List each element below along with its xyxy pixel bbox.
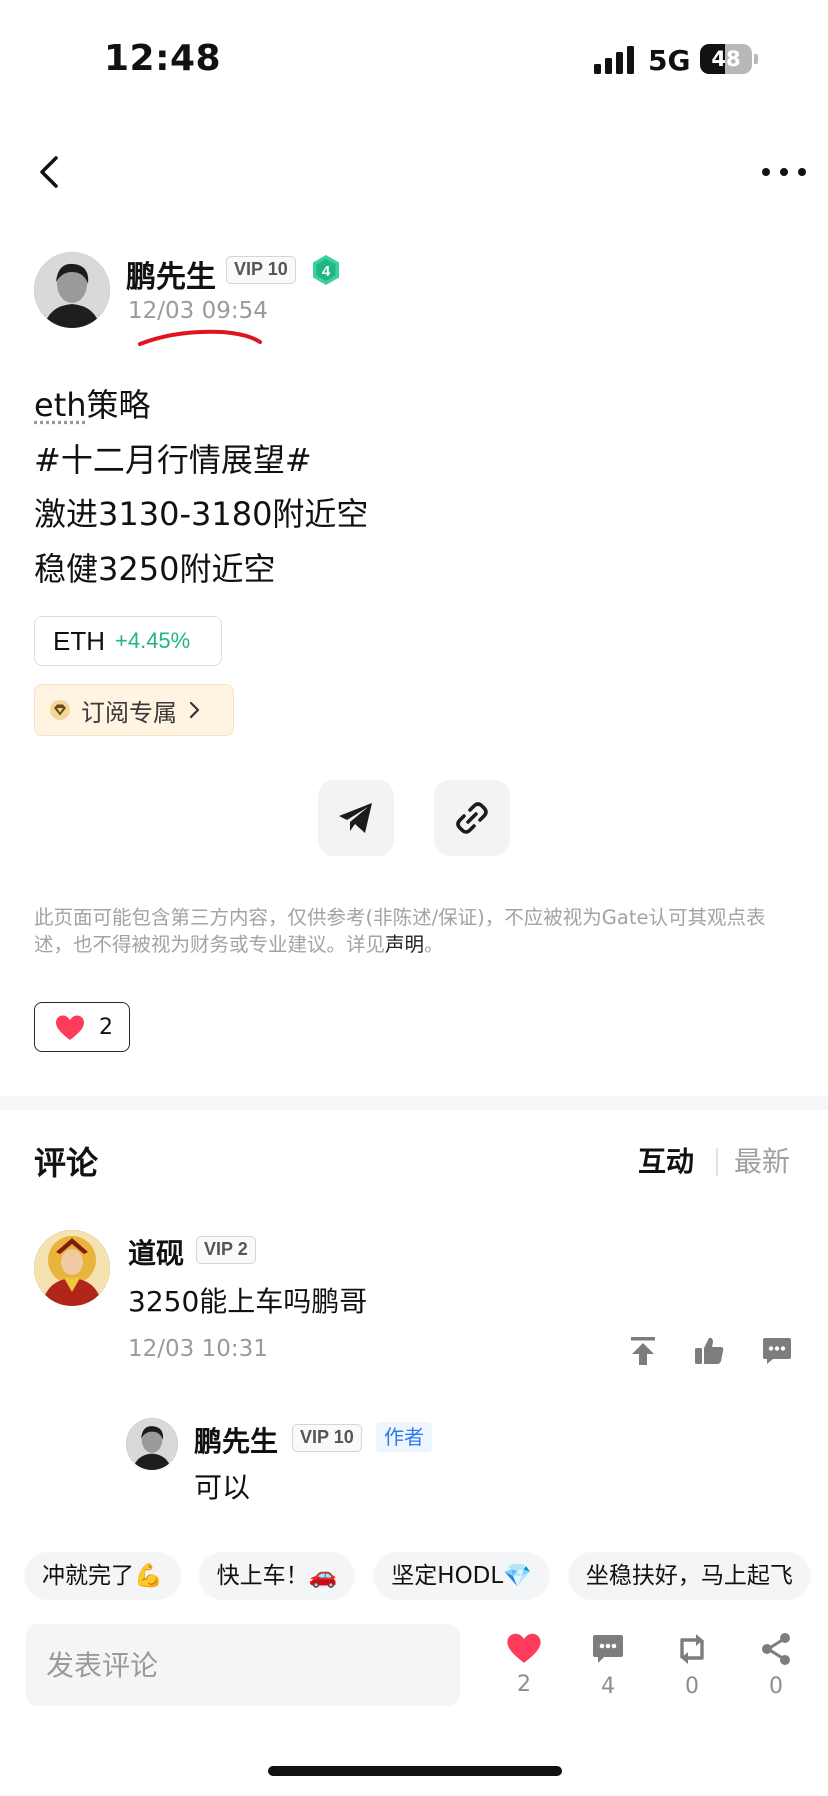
reply-text: 可以: [194, 1471, 251, 1504]
post-line-4: 稳健3250附近空: [34, 549, 276, 588]
commenter-vip-badge: VIP 2: [196, 1236, 256, 1264]
quick-reply-chip[interactable]: 冲就完了💪: [24, 1552, 181, 1600]
link-icon: [456, 802, 488, 834]
avatar-portrait: [126, 1418, 178, 1470]
home-indicator: [268, 1766, 562, 1776]
quick-reply-chip[interactable]: 快上车！🚗: [198, 1552, 356, 1600]
bottom-like-button[interactable]: 2: [494, 1632, 554, 1697]
pin-top-icon[interactable]: [626, 1334, 660, 1368]
quick-reply-row: 冲就完了💪 快上车！🚗 坚定HODL💎 坐稳扶好，马上起飞: [24, 1552, 811, 1600]
post-line-1-text: 策略: [86, 386, 151, 424]
post-content: eth策略 #十二月行情展望# 激进3130-3180附近空 稳健3250附近空: [34, 378, 368, 596]
share-icon: [762, 1633, 790, 1665]
bottom-share-button[interactable]: 0: [746, 1632, 806, 1699]
battery-level: 48: [711, 47, 741, 71]
vip-badge: VIP 10: [226, 256, 296, 284]
avatar-portrait: [34, 1230, 110, 1306]
post-like-button[interactable]: 2: [34, 1002, 130, 1052]
post-timestamp: 12/03 09:54: [128, 298, 268, 324]
reply-icon[interactable]: [760, 1334, 794, 1368]
battery-cap: [754, 54, 758, 64]
chevron-right-icon: [189, 701, 200, 719]
reply-author-name[interactable]: 鹏先生: [194, 1420, 278, 1460]
author-avatar[interactable]: [34, 252, 110, 328]
comment-input[interactable]: [26, 1624, 460, 1706]
red-annotation-underline: [138, 329, 262, 346]
author-tag: 作者: [376, 1422, 432, 1452]
bottom-repost-button[interactable]: 0: [662, 1632, 722, 1699]
subscription-label: 订阅专属: [81, 698, 177, 727]
comment-time: 12/03 10:31: [128, 1336, 268, 1362]
bottom-like-count: 2: [517, 1672, 531, 1697]
disclaimer-end: 。: [424, 933, 444, 956]
post-line-3: 激进3130-3180附近空: [34, 495, 369, 533]
status-time: 12:48: [104, 38, 222, 79]
bottom-comment-button[interactable]: 4: [578, 1632, 638, 1699]
telegram-icon: [339, 803, 372, 833]
ticker-chip[interactable]: ETH +4.45%: [34, 616, 222, 666]
battery-icon: 48: [700, 44, 752, 74]
network-label: 5G: [648, 44, 691, 77]
more-icon[interactable]: [758, 160, 810, 184]
reply-author-avatar[interactable]: [126, 1418, 178, 1470]
level-number: 4: [322, 263, 331, 280]
thumbs-up-icon[interactable]: [692, 1334, 726, 1368]
level-badge-icon: 4: [313, 255, 339, 285]
disclaimer-text: 此页面可能包含第三方内容，仅供参考(非陈述/保证)，不应被视为Gate认可其观点…: [34, 904, 800, 958]
disclaimer-link[interactable]: 声明: [385, 933, 424, 956]
post-line-1: eth策略: [34, 378, 368, 433]
commenter-name[interactable]: 道砚: [128, 1232, 184, 1272]
eth-token-link[interactable]: eth: [34, 386, 87, 424]
bottom-share-count: 0: [769, 1674, 783, 1699]
sort-separator: [716, 1148, 718, 1176]
post-line-2[interactable]: #十二月行情展望#: [34, 433, 368, 488]
section-divider: [0, 1096, 828, 1110]
avatar-portrait: [34, 252, 110, 328]
ticker-symbol: ETH: [53, 625, 105, 656]
heart-icon: [507, 1633, 541, 1663]
author-name[interactable]: 鹏先生: [126, 252, 216, 296]
quick-reply-chip[interactable]: 坐稳扶好，马上起飞: [567, 1552, 811, 1600]
comment-text: 3250能上车吗鹏哥: [128, 1285, 368, 1318]
ticker-change: +4.45%: [115, 628, 191, 653]
heart-icon: [56, 1015, 84, 1040]
subscription-chip[interactable]: 订阅专属: [34, 684, 234, 736]
sort-interaction-tab[interactable]: 互动: [638, 1140, 694, 1180]
reply-vip-badge: VIP 10: [292, 1424, 362, 1452]
share-telegram-button[interactable]: [318, 780, 394, 856]
repost-icon: [680, 1634, 704, 1664]
commenter-avatar[interactable]: [34, 1230, 110, 1306]
comment-icon: [593, 1635, 623, 1663]
diamond-icon: [50, 700, 70, 720]
bottom-repost-count: 0: [685, 1674, 699, 1699]
copy-link-button[interactable]: [434, 780, 510, 856]
signal-icon: [594, 46, 634, 74]
post-like-count: 2: [99, 1014, 113, 1040]
bottom-comment-count: 4: [601, 1674, 615, 1699]
quick-reply-chip[interactable]: 坚定HODL💎: [373, 1552, 550, 1600]
comments-title: 评论: [34, 1144, 99, 1182]
back-arrow-icon[interactable]: [30, 148, 70, 196]
sort-latest-tab[interactable]: 最新: [734, 1140, 790, 1180]
